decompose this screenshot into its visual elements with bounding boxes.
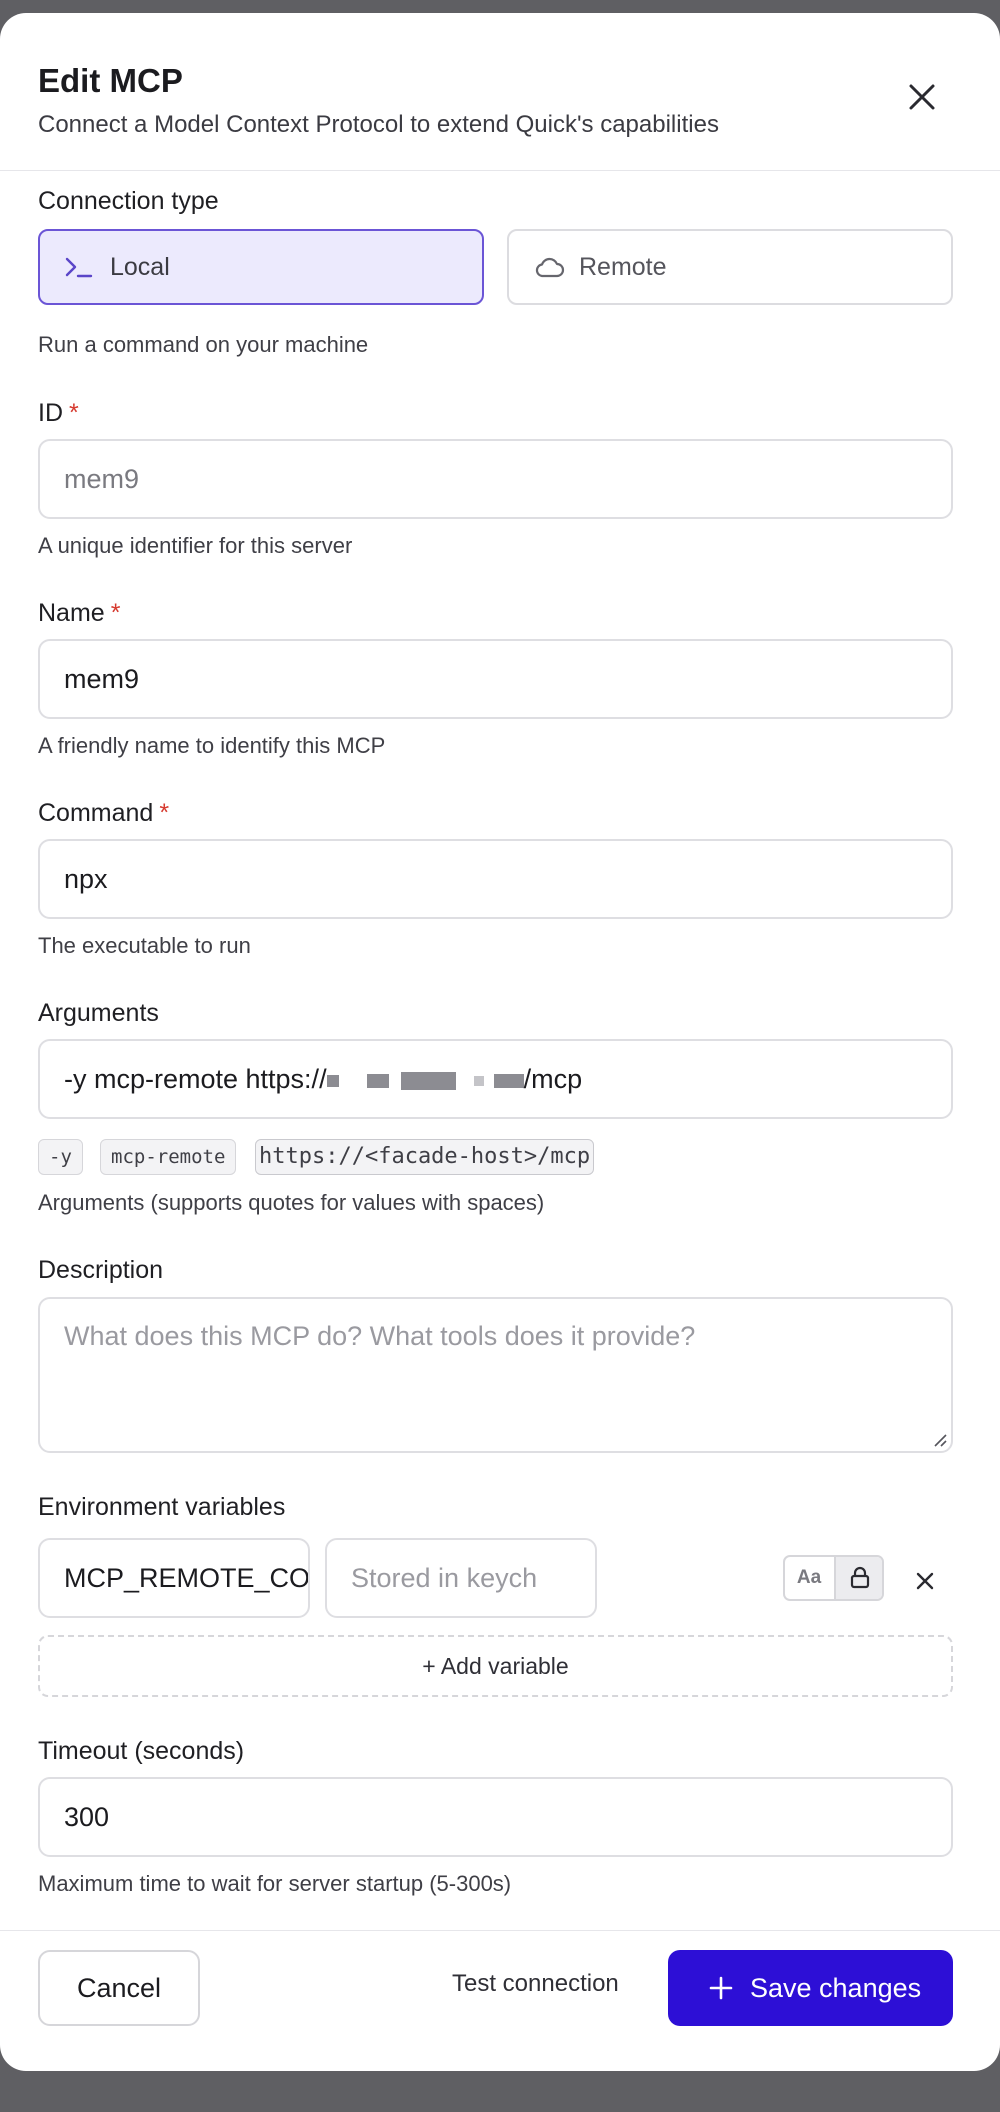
arguments-hint: Arguments (supports quotes for values wi…	[38, 1190, 545, 1215]
resize-grip-icon[interactable]	[931, 1431, 947, 1447]
arguments-label: Arguments	[38, 999, 159, 1027]
required-marker: *	[159, 799, 170, 827]
description-textarea[interactable]: What does this MCP do? What tools does i…	[38, 1297, 953, 1453]
timeout-hint: Maximum time to wait for server startup …	[38, 1871, 512, 1896]
dialog-title: Edit MCP	[38, 62, 183, 99]
connection-remote-option[interactable]: Remote	[507, 229, 953, 305]
connection-type-label: Connection type	[38, 187, 219, 215]
command-input[interactable]: npx	[38, 839, 953, 919]
description-placeholder: What does this MCP do? What tools does i…	[64, 1321, 696, 1351]
command-label-text: Command	[38, 799, 154, 827]
argument-chip: https://<facade-host>/mcp	[255, 1139, 595, 1175]
required-marker: *	[110, 599, 121, 627]
connection-remote-label: Remote	[579, 253, 667, 281]
save-changes-button[interactable]: Save changes	[668, 1950, 953, 2026]
plain-text-mode-button[interactable]: Aa	[785, 1557, 833, 1599]
secret-mode-button[interactable]	[834, 1557, 882, 1599]
timeout-label: Timeout (seconds)	[38, 1737, 245, 1765]
description-label: Description	[38, 1256, 164, 1284]
env-value-mode-toggle: Aa	[783, 1555, 884, 1601]
argument-chip: -y	[38, 1139, 83, 1175]
arguments-value-suffix: /mcp	[523, 1064, 583, 1094]
arguments-value-prefix: -y mcp-remote https://	[64, 1064, 327, 1094]
name-hint: A friendly name to identify this MCP	[38, 733, 386, 758]
id-label-text: ID	[38, 399, 63, 427]
add-variable-button[interactable]: + Add variable	[38, 1635, 953, 1697]
id-label: ID *	[38, 399, 79, 428]
arguments-input[interactable]: -y mcp-remote https:// /mcp	[38, 1039, 953, 1119]
edit-mcp-dialog: Edit MCP Connect a Model Context Protoco…	[0, 13, 1000, 2071]
command-label: Command *	[38, 799, 169, 828]
connection-local-label: Local	[110, 253, 170, 281]
timeout-input[interactable]: 300	[38, 1777, 953, 1857]
close-icon	[909, 84, 935, 110]
name-input[interactable]: mem9	[38, 639, 953, 719]
lock-icon	[850, 1566, 870, 1589]
required-marker: *	[69, 399, 79, 427]
command-hint: The executable to run	[38, 933, 251, 958]
env-key-input[interactable]: MCP_REMOTE_CO	[38, 1538, 310, 1618]
id-input[interactable]: mem9	[38, 439, 953, 519]
terminal-icon	[65, 257, 93, 278]
name-label-text: Name	[38, 599, 105, 627]
remove-variable-button[interactable]	[906, 1562, 944, 1600]
plus-icon	[709, 1976, 733, 2000]
dialog-header: Edit MCP Connect a Model Context Protoco…	[0, 13, 1000, 171]
test-connection-button[interactable]: Test connection	[452, 1970, 619, 1998]
connection-local-option[interactable]: Local	[38, 229, 484, 305]
save-changes-label: Save changes	[750, 1973, 922, 2003]
id-hint: A unique identifier for this server	[38, 533, 353, 558]
cancel-button[interactable]: Cancel	[38, 1950, 200, 2026]
env-label: Environment variables	[38, 1493, 286, 1521]
name-label: Name *	[38, 599, 120, 628]
close-button[interactable]	[898, 73, 946, 121]
connection-hint: Run a command on your machine	[38, 332, 369, 357]
env-value-input[interactable]: Stored in keych	[325, 1538, 597, 1618]
argument-chip: mcp-remote	[100, 1139, 237, 1175]
close-icon	[916, 1572, 934, 1590]
dialog-subtitle: Connect a Model Context Protocol to exte…	[38, 111, 719, 138]
cloud-icon	[535, 257, 565, 278]
redacted-host	[326, 1064, 524, 1094]
